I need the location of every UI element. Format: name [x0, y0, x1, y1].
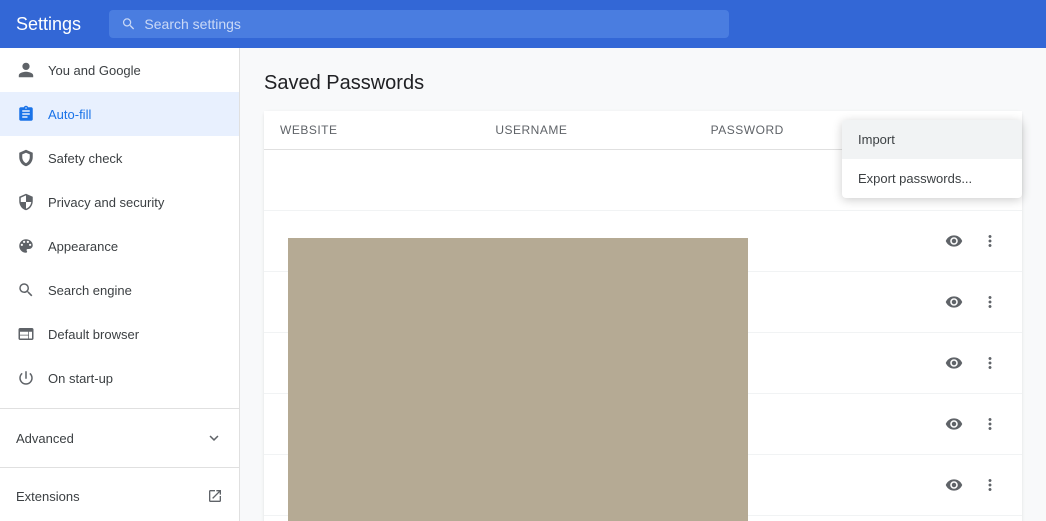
sidebar-item-default-browser[interactable]: Default browser [0, 312, 239, 356]
sidebar-item-extensions[interactable]: Extensions [0, 476, 239, 516]
sidebar-item-you-and-google[interactable]: You and Google [0, 48, 239, 92]
blurred-content [288, 238, 748, 521]
header: Settings [0, 0, 1046, 48]
more-options-button[interactable] [974, 225, 1006, 257]
clipboard-icon [16, 104, 36, 124]
browser-icon [16, 324, 36, 344]
eye-icon [945, 232, 963, 250]
context-menu: Import Export passwords... [842, 120, 1022, 198]
page-title: Saved Passwords [264, 72, 1022, 95]
more-vert-icon [981, 415, 999, 433]
sidebar-item-about-chrome[interactable]: About Chrome [0, 516, 239, 521]
sidebar-item-appearance[interactable]: Appearance [0, 224, 239, 268]
more-options-button[interactable] [974, 469, 1006, 501]
reveal-password-button[interactable] [938, 225, 970, 257]
reveal-password-button[interactable] [938, 408, 970, 440]
sidebar-item-search-engine[interactable]: Search engine [0, 268, 239, 312]
col-username-header: Username [495, 123, 710, 137]
more-options-button[interactable] [974, 286, 1006, 318]
search-icon [121, 16, 136, 32]
sidebar-item-safety-check[interactable]: Safety check [0, 136, 239, 180]
more-vert-icon [981, 293, 999, 311]
power-icon [16, 368, 36, 388]
more-vert-icon [981, 354, 999, 372]
content-area: Saved Passwords Website Username Passwor… [240, 48, 1046, 521]
sidebar-item-on-startup[interactable]: On start-up [0, 356, 239, 400]
search-bar[interactable] [109, 10, 729, 38]
row-actions-3 [926, 286, 1006, 318]
search-input[interactable] [144, 16, 717, 32]
sidebar-label-safety-check: Safety check [48, 151, 122, 166]
advanced-label: Advanced [16, 431, 74, 446]
more-options-button[interactable] [974, 347, 1006, 379]
sidebar: You and Google Auto-fill Safety check Pr… [0, 48, 240, 521]
sidebar-label-auto-fill: Auto-fill [48, 107, 91, 122]
sidebar-label-search-engine: Search engine [48, 283, 132, 298]
shield-lock-icon [16, 192, 36, 212]
main-layout: You and Google Auto-fill Safety check Pr… [0, 48, 1046, 521]
import-menu-item[interactable]: Import [842, 120, 1022, 159]
sidebar-label-you-and-google: You and Google [48, 63, 141, 78]
eye-icon [945, 415, 963, 433]
chevron-down-icon [205, 429, 223, 447]
extensions-label: Extensions [16, 489, 80, 504]
sidebar-item-auto-fill[interactable]: Auto-fill [0, 92, 239, 136]
person-icon [16, 60, 36, 80]
settings-title: Settings [16, 14, 81, 35]
reveal-password-button[interactable] [938, 469, 970, 501]
sidebar-advanced[interactable]: Advanced [0, 417, 239, 459]
sidebar-divider [0, 408, 239, 409]
more-vert-icon [981, 232, 999, 250]
row-actions-2 [926, 225, 1006, 257]
reveal-password-button[interactable] [938, 286, 970, 318]
more-options-button[interactable] [974, 408, 1006, 440]
row-actions-5 [926, 408, 1006, 440]
shield-icon [16, 148, 36, 168]
sidebar-item-privacy-security[interactable]: Privacy and security [0, 180, 239, 224]
external-link-icon [207, 488, 223, 504]
col-website-header: Website [280, 123, 495, 137]
reveal-password-button[interactable] [938, 347, 970, 379]
sidebar-label-default-browser: Default browser [48, 327, 139, 342]
sidebar-label-on-startup: On start-up [48, 371, 113, 386]
more-vert-icon [981, 476, 999, 494]
row-actions-4 [926, 347, 1006, 379]
row-actions-6 [926, 469, 1006, 501]
sidebar-label-appearance: Appearance [48, 239, 118, 254]
eye-icon [945, 293, 963, 311]
eye-icon [945, 354, 963, 372]
sidebar-label-privacy-security: Privacy and security [48, 195, 164, 210]
search-icon [16, 280, 36, 300]
eye-icon [945, 476, 963, 494]
export-passwords-menu-item[interactable]: Export passwords... [842, 159, 1022, 198]
sidebar-divider-2 [0, 467, 239, 468]
palette-icon [16, 236, 36, 256]
